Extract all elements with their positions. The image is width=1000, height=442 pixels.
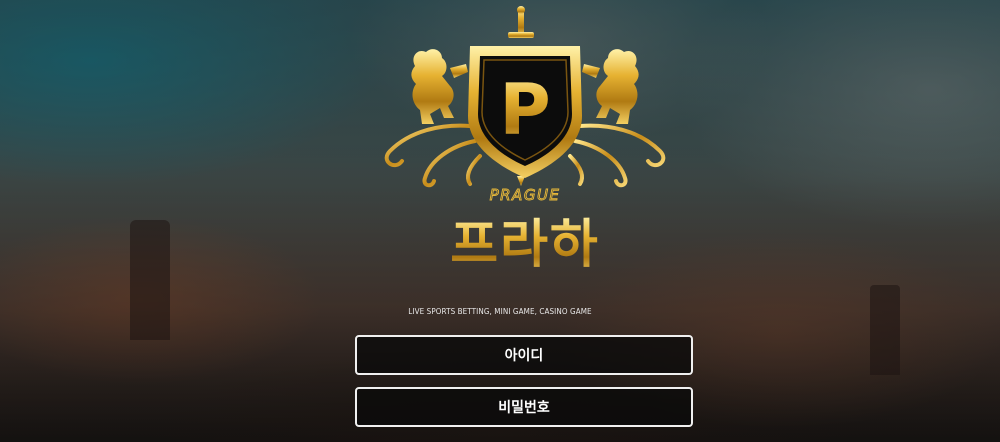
password-field[interactable]: 비밀번호 bbox=[355, 387, 693, 427]
lion-right-icon bbox=[582, 49, 639, 124]
username-field[interactable]: 아이디 bbox=[355, 335, 693, 375]
tagline: LIVE SPORTS BETTING, MINI GAME, CASINO G… bbox=[408, 307, 592, 316]
brand-logo: P PRAGUE 프라하 bbox=[384, 6, 666, 275]
logo-letter: P bbox=[499, 69, 550, 151]
logo-subtitle: PRAGUE bbox=[490, 186, 561, 204]
lion-left-icon bbox=[411, 49, 468, 124]
brand-name-korean: 프라하 bbox=[450, 215, 600, 275]
background-tower-right bbox=[870, 285, 900, 375]
background-tower-left bbox=[130, 220, 170, 340]
